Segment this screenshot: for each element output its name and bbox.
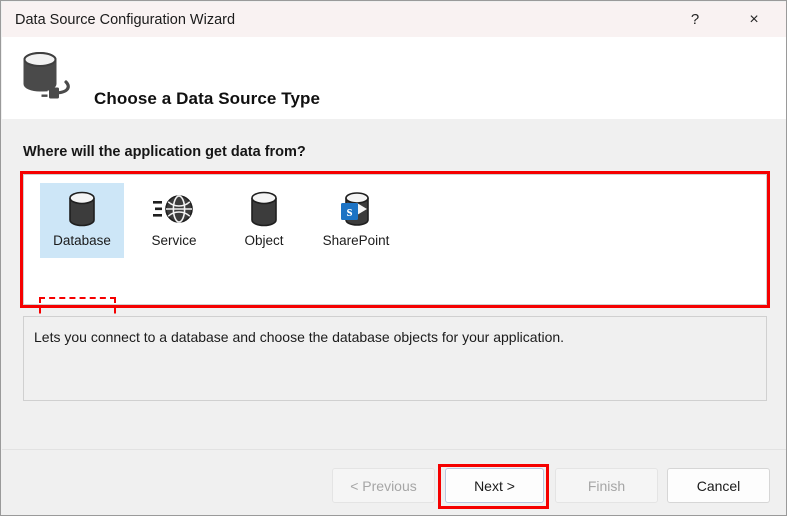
wizard-header: Choose a Data Source Type — [2, 37, 787, 119]
data-source-configuration-wizard-window: Data Source Configuration Wizard ? × Cho… — [0, 0, 787, 516]
close-button[interactable]: × — [731, 2, 777, 37]
description-panel: Lets you connect to a database and choos… — [23, 316, 767, 401]
section-heading: Where will the application get data from… — [23, 144, 306, 160]
globe-service-icon — [151, 188, 197, 230]
source-item-label: Database — [53, 233, 111, 248]
source-item-service[interactable]: Service — [132, 183, 216, 258]
help-button[interactable]: ? — [672, 2, 718, 37]
previous-button[interactable]: < Previous — [332, 468, 435, 503]
next-button[interactable]: Next > — [445, 468, 544, 503]
source-item-label: SharePoint — [323, 233, 390, 248]
database-cylinder-icon — [62, 188, 102, 230]
question-mark-icon: ? — [691, 11, 699, 28]
source-item-label: Service — [151, 233, 196, 248]
title-bar: Data Source Configuration Wizard ? × — [2, 2, 787, 37]
source-item-sharepoint[interactable]: s SharePoint — [306, 183, 406, 258]
finish-button[interactable]: Finish — [555, 468, 658, 503]
close-icon: × — [749, 11, 758, 29]
database-plug-icon — [18, 49, 80, 105]
source-item-database[interactable]: Database — [40, 183, 124, 258]
source-item-object[interactable]: Object — [222, 183, 306, 258]
object-cylinder-icon — [244, 188, 284, 230]
sharepoint-icon: s — [335, 188, 377, 230]
wizard-footer: < Previous Next > Finish Cancel — [2, 450, 787, 516]
page-title: Choose a Data Source Type — [94, 89, 320, 109]
description-text: Lets you connect to a database and choos… — [34, 329, 564, 345]
data-source-type-list[interactable]: Database Service — [23, 174, 767, 305]
window-title: Data Source Configuration Wizard — [15, 12, 235, 28]
cancel-button[interactable]: Cancel — [667, 468, 770, 503]
wizard-body: Where will the application get data from… — [2, 119, 787, 449]
source-item-label: Object — [244, 233, 283, 248]
svg-text:s: s — [347, 204, 353, 220]
